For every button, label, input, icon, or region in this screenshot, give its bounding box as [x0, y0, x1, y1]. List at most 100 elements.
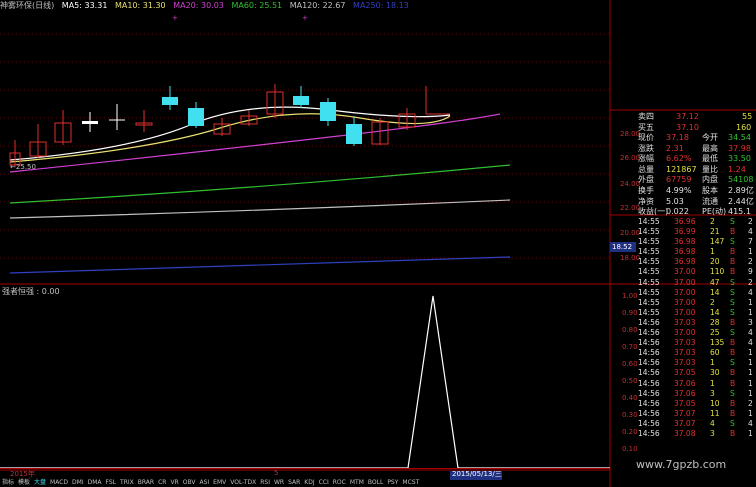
tick-cell: B	[730, 378, 736, 388]
tick-cell: 14:56	[638, 348, 660, 358]
tick-cell: 1	[748, 428, 753, 438]
tick-cell: 1	[710, 358, 715, 368]
quote-cell: 54108	[728, 175, 754, 185]
indicator-tab[interactable]: DMI	[70, 479, 86, 487]
indicator-tab[interactable]: DMA	[86, 479, 104, 487]
tick-cell: 37.05	[674, 368, 696, 378]
tick-cell: 2	[748, 217, 753, 226]
watermark: www.7gpzb.com	[636, 458, 727, 471]
tick-cell: 14:55	[638, 307, 660, 317]
tick-cell: 14:56	[638, 388, 660, 398]
indicator-tab[interactable]: CR	[156, 479, 168, 487]
tick-cell: 14:55	[638, 247, 660, 257]
indicator-tab[interactable]: 模板	[16, 479, 32, 487]
ma60-line	[9, 164, 511, 204]
tick-cell: 4	[710, 418, 715, 428]
quote-cell: 6.62%	[666, 154, 692, 164]
indicator-tab[interactable]: WR	[272, 479, 286, 487]
tick-cell: 1	[710, 378, 715, 388]
indicator-tab[interactable]: VOL-TDX	[228, 479, 258, 487]
indicator-tab[interactable]: BRAR	[136, 479, 156, 487]
tick-cell: 10	[710, 398, 720, 408]
tick-row: 14:55 36.98 20 B 2	[638, 257, 756, 267]
tick-cell: B	[730, 317, 736, 327]
tick-cell: 20	[710, 257, 720, 267]
indicator-tab[interactable]: RSI	[258, 479, 272, 487]
indicator-tab[interactable]: MTM	[348, 479, 366, 487]
year-label: 2015年	[10, 470, 35, 478]
low-price-label: ←25.50	[10, 163, 36, 171]
indicator-tab[interactable]: 大盘	[32, 479, 48, 487]
tick-cell: B	[730, 338, 736, 348]
tick-cell: 1	[748, 358, 753, 368]
indicator-tab[interactable]: KDJ	[302, 479, 316, 487]
indicator-tab[interactable]: PSY	[385, 479, 400, 487]
tick-cell: 2	[710, 217, 715, 226]
tick-cell: 47	[710, 277, 720, 287]
tick-cell: 37.07	[674, 418, 696, 428]
tick-cell: B	[730, 428, 736, 438]
tick-cell: 14:56	[638, 408, 660, 418]
tick-cell: 1	[748, 247, 753, 257]
tick-cell: S	[730, 217, 735, 226]
tick-cell: 14:56	[638, 418, 660, 428]
orderbook-row: 买五 37.10 160	[638, 122, 752, 132]
tick-cell: S	[730, 418, 735, 428]
quote-cell: 34.54	[728, 133, 751, 142]
indicator-tab[interactable]: BOLL	[366, 479, 385, 487]
ma120-label: MA120: 22.67	[289, 1, 346, 10]
tick-cell: 14:56	[638, 317, 660, 327]
tick-row: 14:55 37.00 110 B 9	[638, 267, 756, 277]
indicator-tab[interactable]: ROC	[331, 479, 348, 487]
quote-cell: 4.99%	[666, 185, 692, 195]
tick-cell: 14:55	[638, 227, 660, 237]
tick-cell: S	[730, 328, 735, 338]
tick-row: 14:55 36.99 21 B 4	[638, 227, 756, 237]
indicator-tab[interactable]: TRIX	[118, 479, 136, 487]
quote-cell: 外盘	[638, 175, 654, 185]
indicator-tab[interactable]: MCST	[400, 479, 421, 487]
tick-cell: 14:55	[638, 257, 660, 267]
tick-cell: B	[730, 348, 736, 358]
tick-cell: 25	[710, 328, 720, 338]
indicator-tab[interactable]: SAR	[286, 479, 302, 487]
tick-cell: B	[730, 227, 736, 237]
indicator-tab[interactable]: ASI	[197, 479, 211, 487]
tick-row: 14:56 37.07 11 B 1	[638, 409, 756, 419]
stock-title: 神雾环保(日线)	[0, 1, 55, 10]
indicator-tab[interactable]: VR	[168, 479, 180, 487]
tick-row: 14:56 37.06 1 B 1	[638, 379, 756, 389]
tick-cell: 4	[748, 287, 753, 297]
indicator-tab[interactable]: EMV	[211, 479, 228, 487]
tick-cell: 14	[710, 287, 720, 297]
tick-cell: B	[730, 267, 736, 277]
tick-cell: S	[730, 358, 735, 368]
tick-cell: 37.03	[674, 338, 696, 348]
tick-cell: 1	[748, 408, 753, 418]
tick-cell: 3	[710, 428, 715, 438]
cursor-date: 2015/05/13/三	[452, 470, 502, 478]
indicator-tab[interactable]: CCI	[317, 479, 331, 487]
quote-cell: 121867	[666, 164, 697, 174]
axis-tick: 0.30	[622, 411, 638, 419]
quote-row: 外盘 67759 内盘 54108	[638, 175, 756, 186]
tick-cell: 37.03	[674, 317, 696, 327]
tick-cell: 4	[748, 227, 753, 237]
indicator-tab[interactable]: OBV	[181, 479, 198, 487]
tick-cell: 37.08	[674, 428, 696, 438]
quote-cell: 最低	[702, 154, 718, 164]
tick-cell: 37.05	[674, 398, 696, 408]
tick-row: 14:56 37.03 135 B 4	[638, 338, 756, 348]
quote-cell: 67759	[666, 175, 692, 185]
axis-tick: 0.90	[622, 309, 638, 317]
tick-cell: 4	[748, 338, 753, 348]
indicator-tab[interactable]: MACD	[48, 479, 70, 487]
quote-panel: 现价 37.18 今开 34.54 涨跌 2.31 最高 37.98 涨幅 6.62% 最低 33.5…	[638, 133, 756, 218]
indicator-tab[interactable]: FSL	[104, 479, 119, 487]
tick-cell: 9	[748, 267, 753, 277]
indicator-tab[interactable]: 指标	[0, 479, 16, 487]
tick-cell: 28	[710, 317, 720, 327]
tick-cell: 37.00	[674, 307, 696, 317]
tick-row: 14:55 36.98 147 S 7	[638, 237, 756, 247]
tick-cell: 1	[748, 368, 753, 378]
